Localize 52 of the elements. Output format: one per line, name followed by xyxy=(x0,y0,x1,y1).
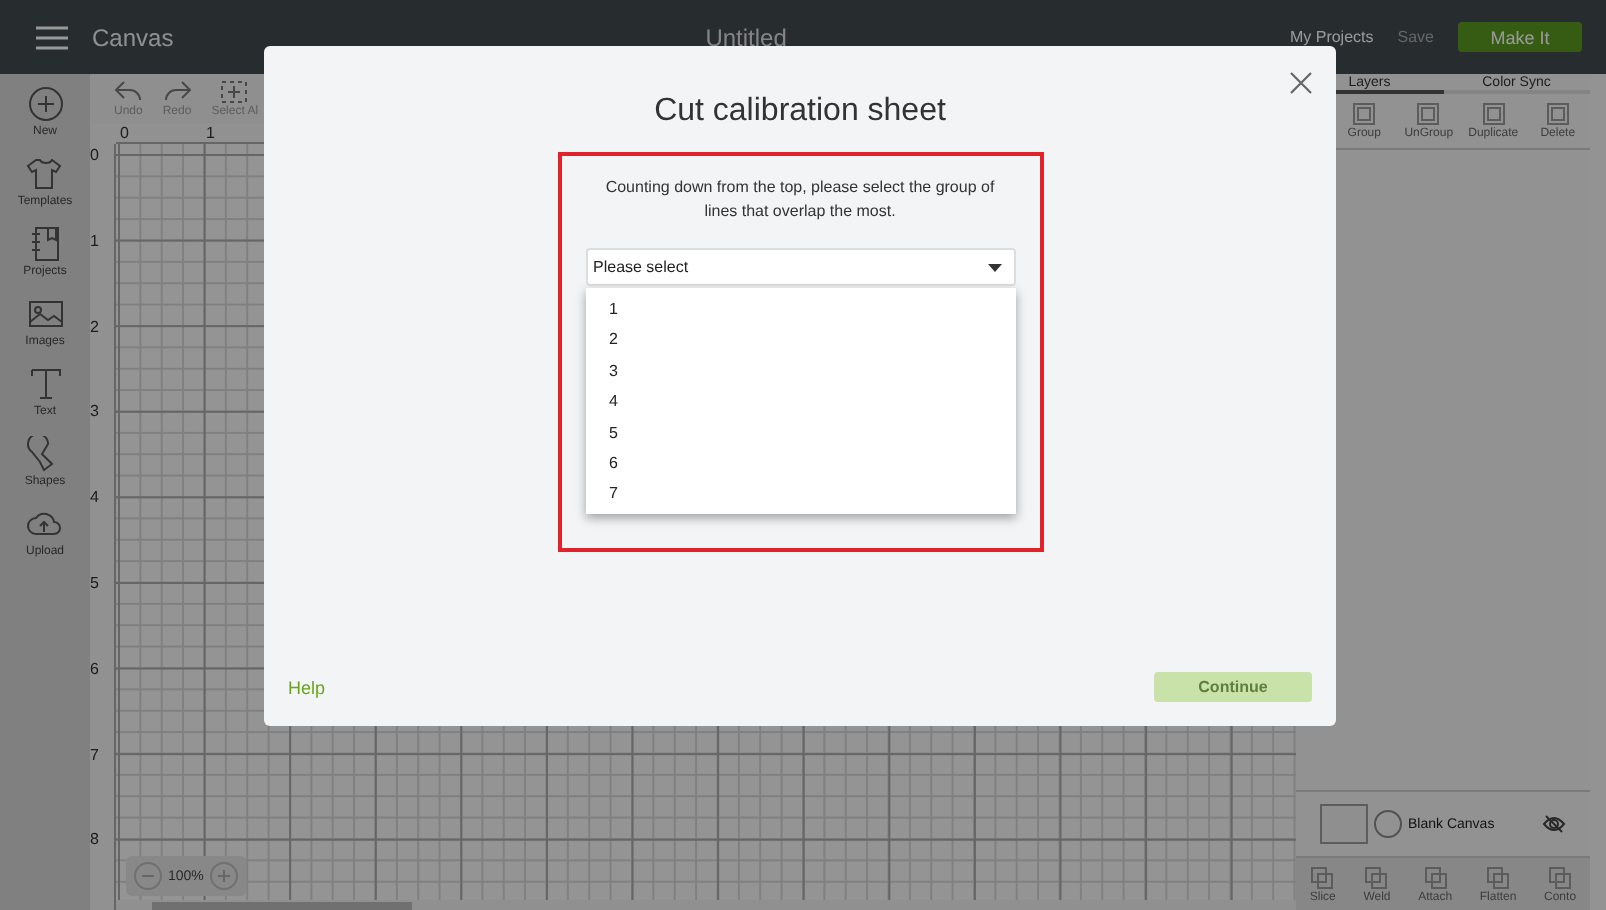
undo-icon xyxy=(114,80,143,104)
dropdown-option[interactable]: 5 xyxy=(585,417,1015,448)
overlapping-squares-icon xyxy=(1486,866,1511,890)
dropdown-option[interactable]: 2 xyxy=(585,324,1015,356)
ruler-number: 5 xyxy=(90,573,101,596)
ruler-number: 2 xyxy=(90,317,101,340)
plus-icon xyxy=(213,866,234,887)
ruler-number: 8 xyxy=(90,830,101,853)
select-field[interactable]: Please select xyxy=(585,248,1015,286)
dropdown-option[interactable]: 4 xyxy=(585,386,1015,418)
app-name: Canvas xyxy=(92,23,174,51)
ruler-number: 7 xyxy=(90,745,101,768)
select-all-icon xyxy=(220,80,249,104)
hidden-eye-icon[interactable] xyxy=(1542,814,1566,834)
color-circle xyxy=(1374,810,1402,838)
redo-icon xyxy=(163,80,192,104)
vertical-scrollbar[interactable] xyxy=(1590,74,1606,910)
ruler-number: 4 xyxy=(90,488,101,511)
caret-icon xyxy=(987,263,1001,271)
overlapping-squares-icon xyxy=(1310,866,1335,890)
top-link[interactable]: Save xyxy=(1397,28,1434,46)
square-icon xyxy=(1481,102,1506,126)
ruler-number: 0 xyxy=(90,146,101,168)
dropdown-option[interactable]: 7 xyxy=(585,478,1015,510)
dropdown-option[interactable]: 6 xyxy=(585,447,1015,479)
square-icon xyxy=(1352,102,1377,126)
dialog-title: Cut calibration sheet xyxy=(654,94,946,130)
notebook-icon[interactable] xyxy=(27,226,63,262)
plus-icon[interactable] xyxy=(27,86,63,122)
ruler-number: 1 xyxy=(206,124,217,142)
ruler-number: 1 xyxy=(90,231,101,254)
image-icon[interactable] xyxy=(27,296,63,332)
square-icon xyxy=(1545,102,1570,126)
instructions-text: Counting down from the top, please select the group of lines that overlap the most. xyxy=(603,176,997,224)
overlapping-squares-icon xyxy=(1548,866,1573,890)
dropdown-option[interactable]: 1 xyxy=(585,294,1015,325)
close-button[interactable] xyxy=(1290,72,1312,94)
ruler-number: 0 xyxy=(120,124,131,142)
menu-icon[interactable] xyxy=(36,25,68,49)
overlapping-squares-icon xyxy=(1423,866,1448,890)
ruler-number: 3 xyxy=(90,402,101,425)
dropdown-option[interactable]: 3 xyxy=(585,355,1015,387)
make-it-button[interactable]: Make It xyxy=(1458,22,1582,52)
top-link[interactable]: My Projects xyxy=(1289,28,1374,46)
overlapping-squares-icon xyxy=(1364,866,1389,890)
ruler-number: 6 xyxy=(90,659,101,682)
square-icon xyxy=(1416,102,1441,126)
canvas-swatch xyxy=(1320,804,1368,844)
text-icon[interactable] xyxy=(27,366,63,402)
document-title: Untitled xyxy=(705,23,787,51)
shirt-icon[interactable] xyxy=(26,156,63,192)
help-link[interactable]: Help xyxy=(288,677,326,697)
